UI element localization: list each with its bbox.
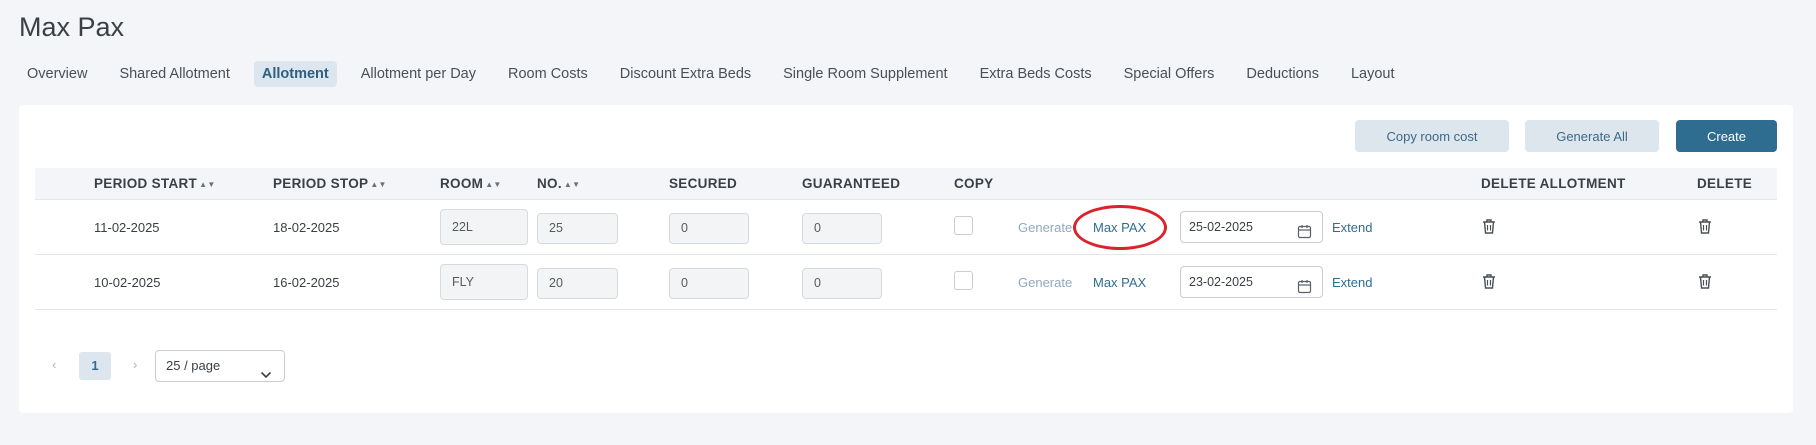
extend-link[interactable]: Extend xyxy=(1332,220,1372,235)
table-row: 11-02-2025 18-02-2025 22L 25 0 0 Generat… xyxy=(35,201,1777,255)
secured-field[interactable]: 0 xyxy=(669,268,749,299)
delete-trash-icon[interactable] xyxy=(1697,273,1713,295)
generate-all-button[interactable]: Generate All xyxy=(1525,120,1659,152)
period-start-cell: 10-02-2025 xyxy=(94,275,161,290)
delete-allotment-trash-icon[interactable] xyxy=(1481,273,1497,295)
sort-icon[interactable]: ▲▼ xyxy=(485,180,501,189)
extend-date-input[interactable]: 23-02-2025 xyxy=(1180,266,1323,298)
tab-single-room-supplement[interactable]: Single Room Supplement xyxy=(775,61,955,87)
extend-date-input[interactable]: 25-02-2025 xyxy=(1180,211,1323,243)
secured-field[interactable]: 0 xyxy=(669,213,749,244)
tab-deductions[interactable]: Deductions xyxy=(1238,61,1327,87)
copy-room-cost-button[interactable]: Copy room cost xyxy=(1355,120,1509,152)
copy-checkbox[interactable] xyxy=(954,216,973,235)
allotment-card: Copy room cost Generate All Create PERIO… xyxy=(19,105,1793,413)
create-button[interactable]: Create xyxy=(1676,120,1777,152)
calendar-icon[interactable] xyxy=(1297,275,1312,305)
tab-room-costs[interactable]: Room Costs xyxy=(500,61,596,87)
header-period-stop[interactable]: PERIOD STOP ▲▼ xyxy=(273,168,387,200)
tab-layout[interactable]: Layout xyxy=(1343,61,1403,87)
header-room[interactable]: ROOM ▲▼ xyxy=(440,168,502,200)
page-size-value: 25 / page xyxy=(166,358,221,373)
sort-icon[interactable]: ▲▼ xyxy=(564,180,580,189)
period-stop-cell: 16-02-2025 xyxy=(273,275,340,290)
number-field[interactable]: 20 xyxy=(537,268,618,299)
header-period-start[interactable]: PERIOD START ▲▼ xyxy=(94,168,216,200)
pagination-prev[interactable]: ‹ xyxy=(52,357,56,372)
extend-date-value: 25-02-2025 xyxy=(1189,220,1253,234)
header-delete-allotment: DELETE ALLOTMENT xyxy=(1481,176,1626,191)
calendar-icon[interactable] xyxy=(1297,220,1312,250)
tab-allotment-per-day[interactable]: Allotment per Day xyxy=(353,61,484,87)
number-field[interactable]: 25 xyxy=(537,213,618,244)
table-row: 10-02-2025 16-02-2025 FLY 20 0 0 Generat… xyxy=(35,256,1777,310)
period-start-cell: 11-02-2025 xyxy=(94,220,160,235)
tab-overview[interactable]: Overview xyxy=(19,61,95,87)
max-pax-link[interactable]: Max PAX xyxy=(1093,220,1146,235)
page-title: Max Pax xyxy=(19,12,125,42)
copy-checkbox[interactable] xyxy=(954,271,973,290)
generate-link[interactable]: Generate xyxy=(1018,220,1072,235)
header-guaranteed: GUARANTEED xyxy=(802,176,901,191)
tab-bar: Overview Shared Allotment Allotment Allo… xyxy=(19,60,1419,88)
chevron-down-icon xyxy=(260,361,272,391)
page-size-select[interactable]: 25 / page xyxy=(155,350,285,382)
max-pax-link[interactable]: Max PAX xyxy=(1093,275,1146,290)
sort-icon[interactable]: ▲▼ xyxy=(370,180,386,189)
extend-link[interactable]: Extend xyxy=(1332,275,1372,290)
extend-date-value: 23-02-2025 xyxy=(1189,275,1253,289)
header-no[interactable]: NO. ▲▼ xyxy=(537,168,580,200)
room-field[interactable]: FLY xyxy=(440,264,528,300)
tab-extra-beds-costs[interactable]: Extra Beds Costs xyxy=(972,61,1100,87)
header-secured: SECURED xyxy=(669,176,738,191)
generate-link[interactable]: Generate xyxy=(1018,275,1072,290)
tab-allotment[interactable]: Allotment xyxy=(253,61,337,87)
table-header: PERIOD START ▲▼ PERIOD STOP ▲▼ ROOM ▲▼ NO. ▲… xyxy=(35,168,1777,200)
guaranteed-field[interactable]: 0 xyxy=(802,213,882,244)
delete-trash-icon[interactable] xyxy=(1697,218,1713,240)
tab-special-offers[interactable]: Special Offers xyxy=(1116,61,1223,87)
tab-discount-extra-beds[interactable]: Discount Extra Beds xyxy=(612,61,759,87)
pagination-next[interactable]: › xyxy=(133,357,137,372)
period-stop-cell: 18-02-2025 xyxy=(273,220,340,235)
sort-icon[interactable]: ▲▼ xyxy=(199,180,215,189)
header-copy: COPY xyxy=(954,176,994,191)
pagination-page-1[interactable]: 1 xyxy=(79,352,111,380)
room-field[interactable]: 22L xyxy=(440,209,528,245)
delete-allotment-trash-icon[interactable] xyxy=(1481,218,1497,240)
tab-shared-allotment[interactable]: Shared Allotment xyxy=(111,61,237,87)
guaranteed-field[interactable]: 0 xyxy=(802,268,882,299)
header-delete: DELETE xyxy=(1697,176,1753,191)
